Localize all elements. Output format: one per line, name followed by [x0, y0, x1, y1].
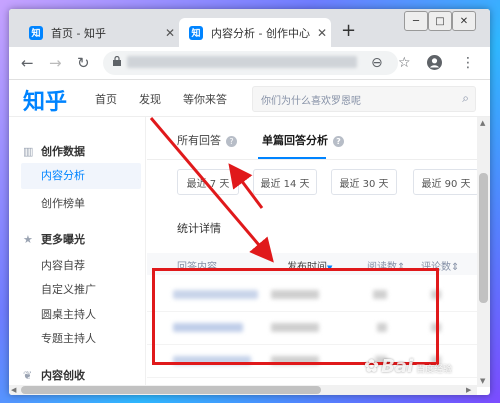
paw-icon: ✿	[364, 356, 380, 377]
annotation-highlight-box	[152, 268, 439, 365]
baidu-watermark: ✿ Bai 百度经验	[364, 356, 453, 377]
annotation-arrow-to-table	[149, 117, 274, 263]
annotation-arrow-to-tab	[228, 163, 264, 209]
